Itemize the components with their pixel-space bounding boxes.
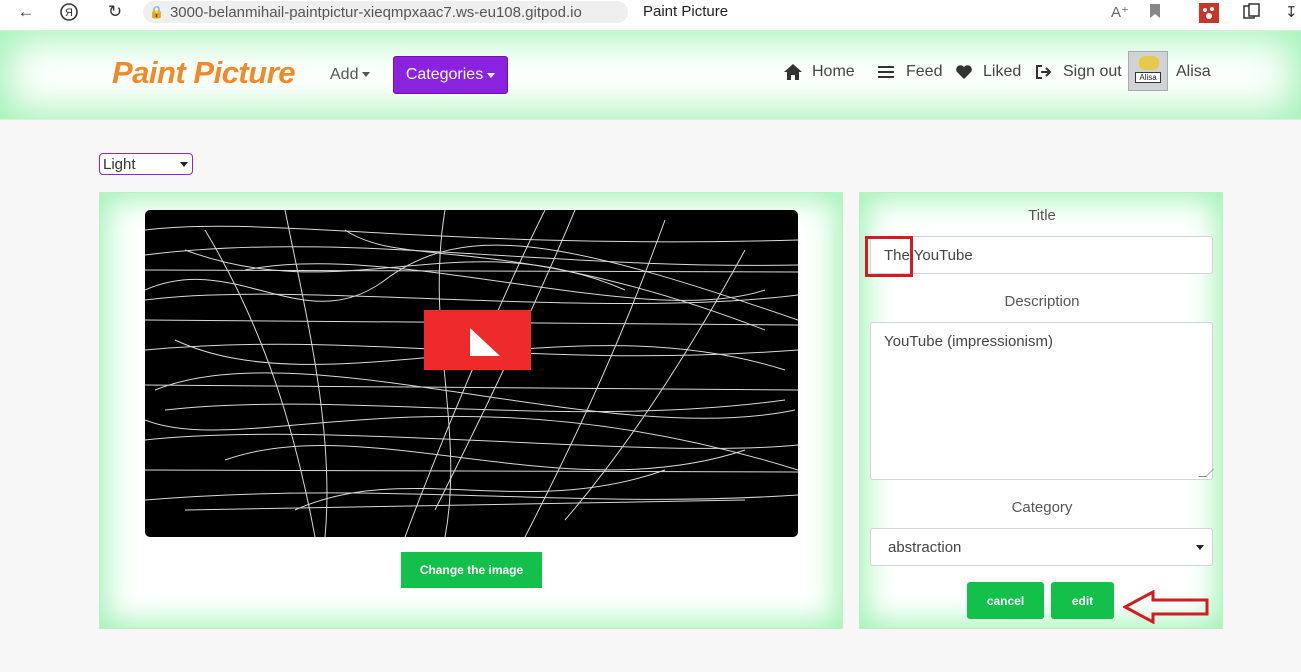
avatar-tag: Alisa [1135,72,1161,83]
nav-home-label: Home [812,63,855,80]
bookmark-icon[interactable] [1149,3,1161,23]
menu-lines-icon [876,65,898,79]
theme-select[interactable]: Light [99,153,193,175]
nav-home[interactable]: Home [782,63,855,81]
avatar[interactable]: Alisa [1128,51,1168,91]
user-name[interactable]: Alisa [1176,63,1211,81]
nav-feed-label: Feed [906,63,943,80]
annotation-highlight-box [865,236,913,277]
yandex-icon[interactable]: Я [58,1,80,23]
extension-icon[interactable] [1198,2,1220,28]
resize-handle-icon[interactable] [1198,469,1214,477]
download-icon[interactable]: ↧ [1285,3,1298,21]
annotation-arrow-icon [1123,590,1209,624]
site-header: Paint Picture Add Categories Home Feed L… [0,31,1301,120]
chevron-down-icon [1196,544,1204,550]
title-label: Title [1028,207,1056,224]
svg-text:Я: Я [65,7,73,19]
category-select-value: abstraction [888,538,962,556]
nav-feed[interactable]: Feed [876,63,942,81]
cancel-button[interactable]: cancel [967,582,1044,619]
artwork-scribbles [145,210,798,537]
change-image-button[interactable]: Change the image [401,552,542,588]
play-icon [470,328,500,356]
nav-liked[interactable]: Liked [953,63,1021,81]
description-label: Description [1004,293,1080,310]
edit-form-panel: Title The YouTube Description YouTube (i… [859,192,1223,629]
lock-icon: 🔒 [149,5,164,19]
collections-icon[interactable] [1243,3,1261,25]
sign-out-icon [1033,64,1055,80]
category-label: Category [1011,499,1073,516]
back-icon[interactable]: ← [15,1,37,23]
home-icon [782,63,804,81]
url-text: 3000-belanmihail-paintpictur-xieqmpxaac7… [169,3,582,21]
heart-icon [953,64,975,80]
nav-sign-out[interactable]: Sign out [1033,63,1122,81]
categories-dropdown-button[interactable]: Categories [393,56,508,94]
title-input[interactable]: The YouTube [870,236,1213,274]
chevron-down-icon [180,161,188,167]
add-dropdown[interactable]: Add [330,66,371,84]
chevron-down-icon [362,72,371,78]
category-select[interactable]: abstraction [870,528,1213,566]
image-panel: Change the image [99,192,843,629]
edit-button[interactable]: edit [1051,582,1114,619]
nav-sign-out-label: Sign out [1063,63,1122,80]
translate-icon[interactable]: A⁺ [1111,3,1129,21]
theme-select-value: Light [103,155,136,173]
brand-logo[interactable]: Paint Picture [112,55,296,91]
artwork-image [145,210,798,537]
nav-liked-label: Liked [983,63,1022,80]
address-bar[interactable]: 🔒 3000-belanmihail-paintpictur-xieqmpxaa… [143,1,628,23]
categories-label: Categories [405,66,484,83]
description-value: YouTube (impressionism) [884,333,1053,350]
browser-toolbar: ← Я ↻ 🔒 3000-belanmihail-paintpictur-xie… [0,0,1301,31]
add-label: Add [330,66,359,83]
description-textarea[interactable]: YouTube (impressionism) [870,322,1214,480]
reload-icon[interactable]: ↻ [104,1,126,23]
play-button[interactable] [424,310,531,370]
chevron-down-icon [487,72,496,78]
avatar-face-icon [1139,56,1159,70]
page-title: Paint Picture [643,3,729,20]
